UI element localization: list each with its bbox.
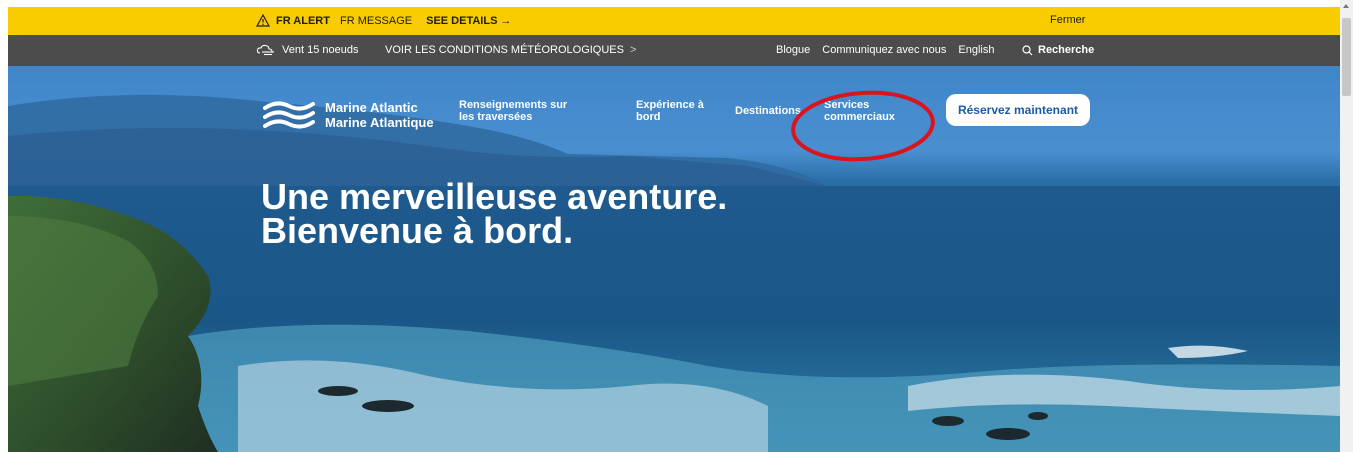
- hero-background-image: [8, 94, 1340, 452]
- browser-viewport: FR ALERT FR MESSAGE SEE DETAILS → Fermer …: [8, 7, 1340, 452]
- utility-bar: Vent 15 noeuds VOIR LES CONDITIONS MÉTÉO…: [8, 35, 1340, 66]
- red-circle-annotation: [791, 90, 935, 162]
- weather-link-label: VOIR LES CONDITIONS MÉTÉOROLOGIQUES: [385, 44, 624, 56]
- search-label: Recherche: [1038, 44, 1095, 56]
- hero-headline: Une merveilleuse aventure. Bienvenue à b…: [261, 176, 728, 251]
- alert-content: FR ALERT FR MESSAGE SEE DETAILS →: [256, 14, 511, 27]
- search-button[interactable]: Recherche: [1022, 44, 1094, 56]
- reserve-now-button[interactable]: Réservez maintenant: [946, 94, 1090, 126]
- arrow-right-icon: →: [500, 14, 512, 27]
- close-alert-button[interactable]: Fermer: [1050, 14, 1085, 26]
- headline-line-2: Bienvenue à bord.: [261, 210, 574, 251]
- nav-renseignements[interactable]: Renseignements sur les traversées: [459, 99, 579, 123]
- search-icon: [1022, 44, 1033, 55]
- scrollbar-thumb[interactable]: [1342, 18, 1351, 96]
- cloud-wind-icon: [256, 44, 274, 56]
- headline-line-1: Une merveilleuse aventure.: [261, 176, 728, 217]
- contact-link[interactable]: Communiquez avec nous: [822, 44, 946, 56]
- logo-line-1: Marine Atlantic: [325, 100, 418, 115]
- wave-logo-icon: [263, 101, 315, 129]
- chevron-right-icon: >: [629, 44, 637, 56]
- hero-banner: Marine Atlantic Marine Atlantique Rensei…: [8, 66, 1340, 452]
- see-details-link[interactable]: SEE DETAILS →: [426, 15, 511, 27]
- page-scrollbar[interactable]: [1340, 0, 1353, 452]
- logo-line-2: Marine Atlantique: [325, 115, 434, 130]
- see-details-label: SEE DETAILS: [426, 14, 498, 27]
- wind-status: Vent 15 noeuds: [256, 44, 358, 56]
- nav-experience[interactable]: Expérience à bord: [636, 99, 716, 123]
- utility-links: Blogue Communiquez avec nous English: [776, 44, 994, 56]
- scroll-up-icon[interactable]: [1343, 4, 1349, 8]
- alert-bar: FR ALERT FR MESSAGE SEE DETAILS → Fermer: [8, 7, 1340, 35]
- warning-icon: [256, 14, 270, 27]
- blog-link[interactable]: Blogue: [776, 44, 810, 56]
- weather-conditions-link[interactable]: VOIR LES CONDITIONS MÉTÉOROLOGIQUES >: [385, 44, 636, 56]
- logo-text: Marine Atlantic Marine Atlantique: [325, 100, 434, 130]
- alert-message: FR MESSAGE: [339, 14, 413, 27]
- alert-label: FR ALERT: [276, 14, 330, 27]
- marine-atlantic-logo[interactable]: Marine Atlantic Marine Atlantique: [263, 98, 434, 132]
- wind-text: Vent 15 noeuds: [282, 44, 359, 56]
- english-link[interactable]: English: [958, 44, 994, 56]
